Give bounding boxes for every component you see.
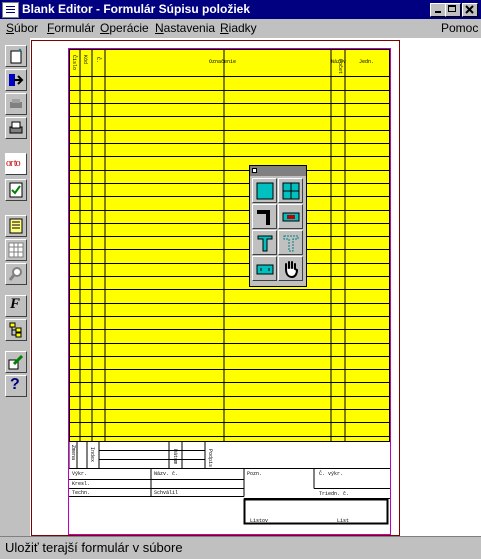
grid-button[interactable] <box>5 239 27 261</box>
close-button[interactable] <box>462 3 478 17</box>
palette-titlebar[interactable] <box>250 166 306 176</box>
footer-label: Schválil <box>154 490 179 496</box>
side-label: Dátum <box>172 449 178 465</box>
column-header: Kód <box>82 55 88 65</box>
export-icon <box>9 74 24 86</box>
table-grid <box>69 49 390 441</box>
step-line-icon <box>257 210 270 225</box>
column-header: Označenie <box>209 59 237 65</box>
menu-operacie[interactable]: Operácie <box>100 21 149 35</box>
print-icon <box>9 121 23 134</box>
grid-table-tool[interactable] <box>278 178 303 203</box>
column-header: Číslo <box>71 55 77 71</box>
edit-icon <box>8 354 24 370</box>
zoom-button[interactable] <box>5 263 27 285</box>
side-label: Podpis <box>207 449 213 468</box>
hand-icon <box>285 261 299 279</box>
tree-button[interactable] <box>5 319 27 341</box>
side-label: Zmena <box>70 445 76 461</box>
status-bar: Uložiť terajší formulár v súbore <box>0 536 481 559</box>
window-title: Blank Editor - Formulár Súpisu položiek <box>22 2 251 16</box>
menu-riadky[interactable]: Riadky <box>220 21 257 35</box>
column-header: Č. <box>95 57 101 64</box>
text-dashed-tool[interactable] <box>278 230 303 255</box>
hand-tool[interactable] <box>278 256 303 281</box>
font-icon: F <box>10 296 21 312</box>
palette-close-icon[interactable] <box>252 168 257 173</box>
left-toolbar: or to F ? <box>0 38 30 536</box>
footer-label: Listov <box>250 518 269 524</box>
menu-formular[interactable]: Formulár <box>47 21 95 35</box>
document-button[interactable] <box>5 215 27 237</box>
zoom-icon <box>8 267 22 281</box>
menu-subor[interactable]: Súbor <box>6 21 38 35</box>
footer-label: Pozn. <box>247 471 263 477</box>
maximize-button[interactable] <box>445 3 461 17</box>
footer-label: Kresl. <box>72 481 91 487</box>
footer-label: Č. výkr. <box>319 471 344 477</box>
column-header: Počet <box>337 59 343 75</box>
text-tool[interactable] <box>252 230 277 255</box>
text-style-button[interactable]: or to <box>5 153 27 175</box>
footer-label: Názv. č. <box>154 471 179 477</box>
footer-label: Techn. <box>72 490 91 496</box>
help-icon: ? <box>10 376 20 393</box>
new-form-icon <box>10 48 22 64</box>
tree-icon <box>9 322 22 338</box>
column-header: Jedn. <box>359 59 375 65</box>
print-button[interactable] <box>5 117 27 139</box>
tool-palette[interactable] <box>249 165 307 287</box>
title-bar: Blank Editor - Formulár Súpisu položiek <box>0 0 481 19</box>
grid-icon <box>8 242 24 258</box>
minimize-button[interactable] <box>430 3 446 17</box>
text-dashed-icon <box>283 235 299 252</box>
new-form-button[interactable] <box>5 45 27 67</box>
help-button[interactable]: ? <box>5 375 27 397</box>
step-line-tool[interactable] <box>252 204 277 229</box>
field-icon <box>282 212 300 222</box>
app-icon[interactable] <box>2 2 19 18</box>
footer-label: Výkr. <box>72 471 88 477</box>
rectangle-tool[interactable] <box>252 178 277 203</box>
text-icon <box>257 235 273 252</box>
menu-nastavenia[interactable]: Nastavenia <box>155 21 215 35</box>
side-label: Index <box>89 447 95 463</box>
document-icon <box>9 218 23 234</box>
checklist-button[interactable] <box>5 179 27 201</box>
text-style-label: or to <box>6 158 21 169</box>
print-preview-icon <box>10 99 22 108</box>
menu-pomoc[interactable]: Pomoc <box>441 21 478 35</box>
footer-label: List <box>337 518 350 524</box>
checklist-icon <box>9 182 23 198</box>
status-text: Uložiť terajší formulár v súbore <box>5 540 183 555</box>
font-button[interactable]: F <box>5 295 27 317</box>
grid-table-icon <box>282 182 300 200</box>
items-table[interactable]: Číslo Kód Č. Označenie Názov Počet Jedn. <box>69 49 390 441</box>
export-button[interactable] <box>5 69 27 91</box>
print-preview-button[interactable] <box>5 93 27 115</box>
edit-button[interactable] <box>5 351 27 373</box>
label-field-tool[interactable] <box>252 256 277 281</box>
rectangle-icon <box>256 182 274 200</box>
menu-bar: Súbor Formulár Operácie Nastavenia Riadk… <box>0 19 481 38</box>
footer-label: Triedn. č. <box>319 491 350 497</box>
title-block: Zmena Index Dátum Podpis Výkr. Názv. č. … <box>69 441 390 534</box>
form-sheet: Číslo Kód Č. Označenie Názov Počet Jedn. <box>68 48 391 535</box>
field-tool[interactable] <box>278 204 303 229</box>
label-field-icon <box>256 264 274 275</box>
